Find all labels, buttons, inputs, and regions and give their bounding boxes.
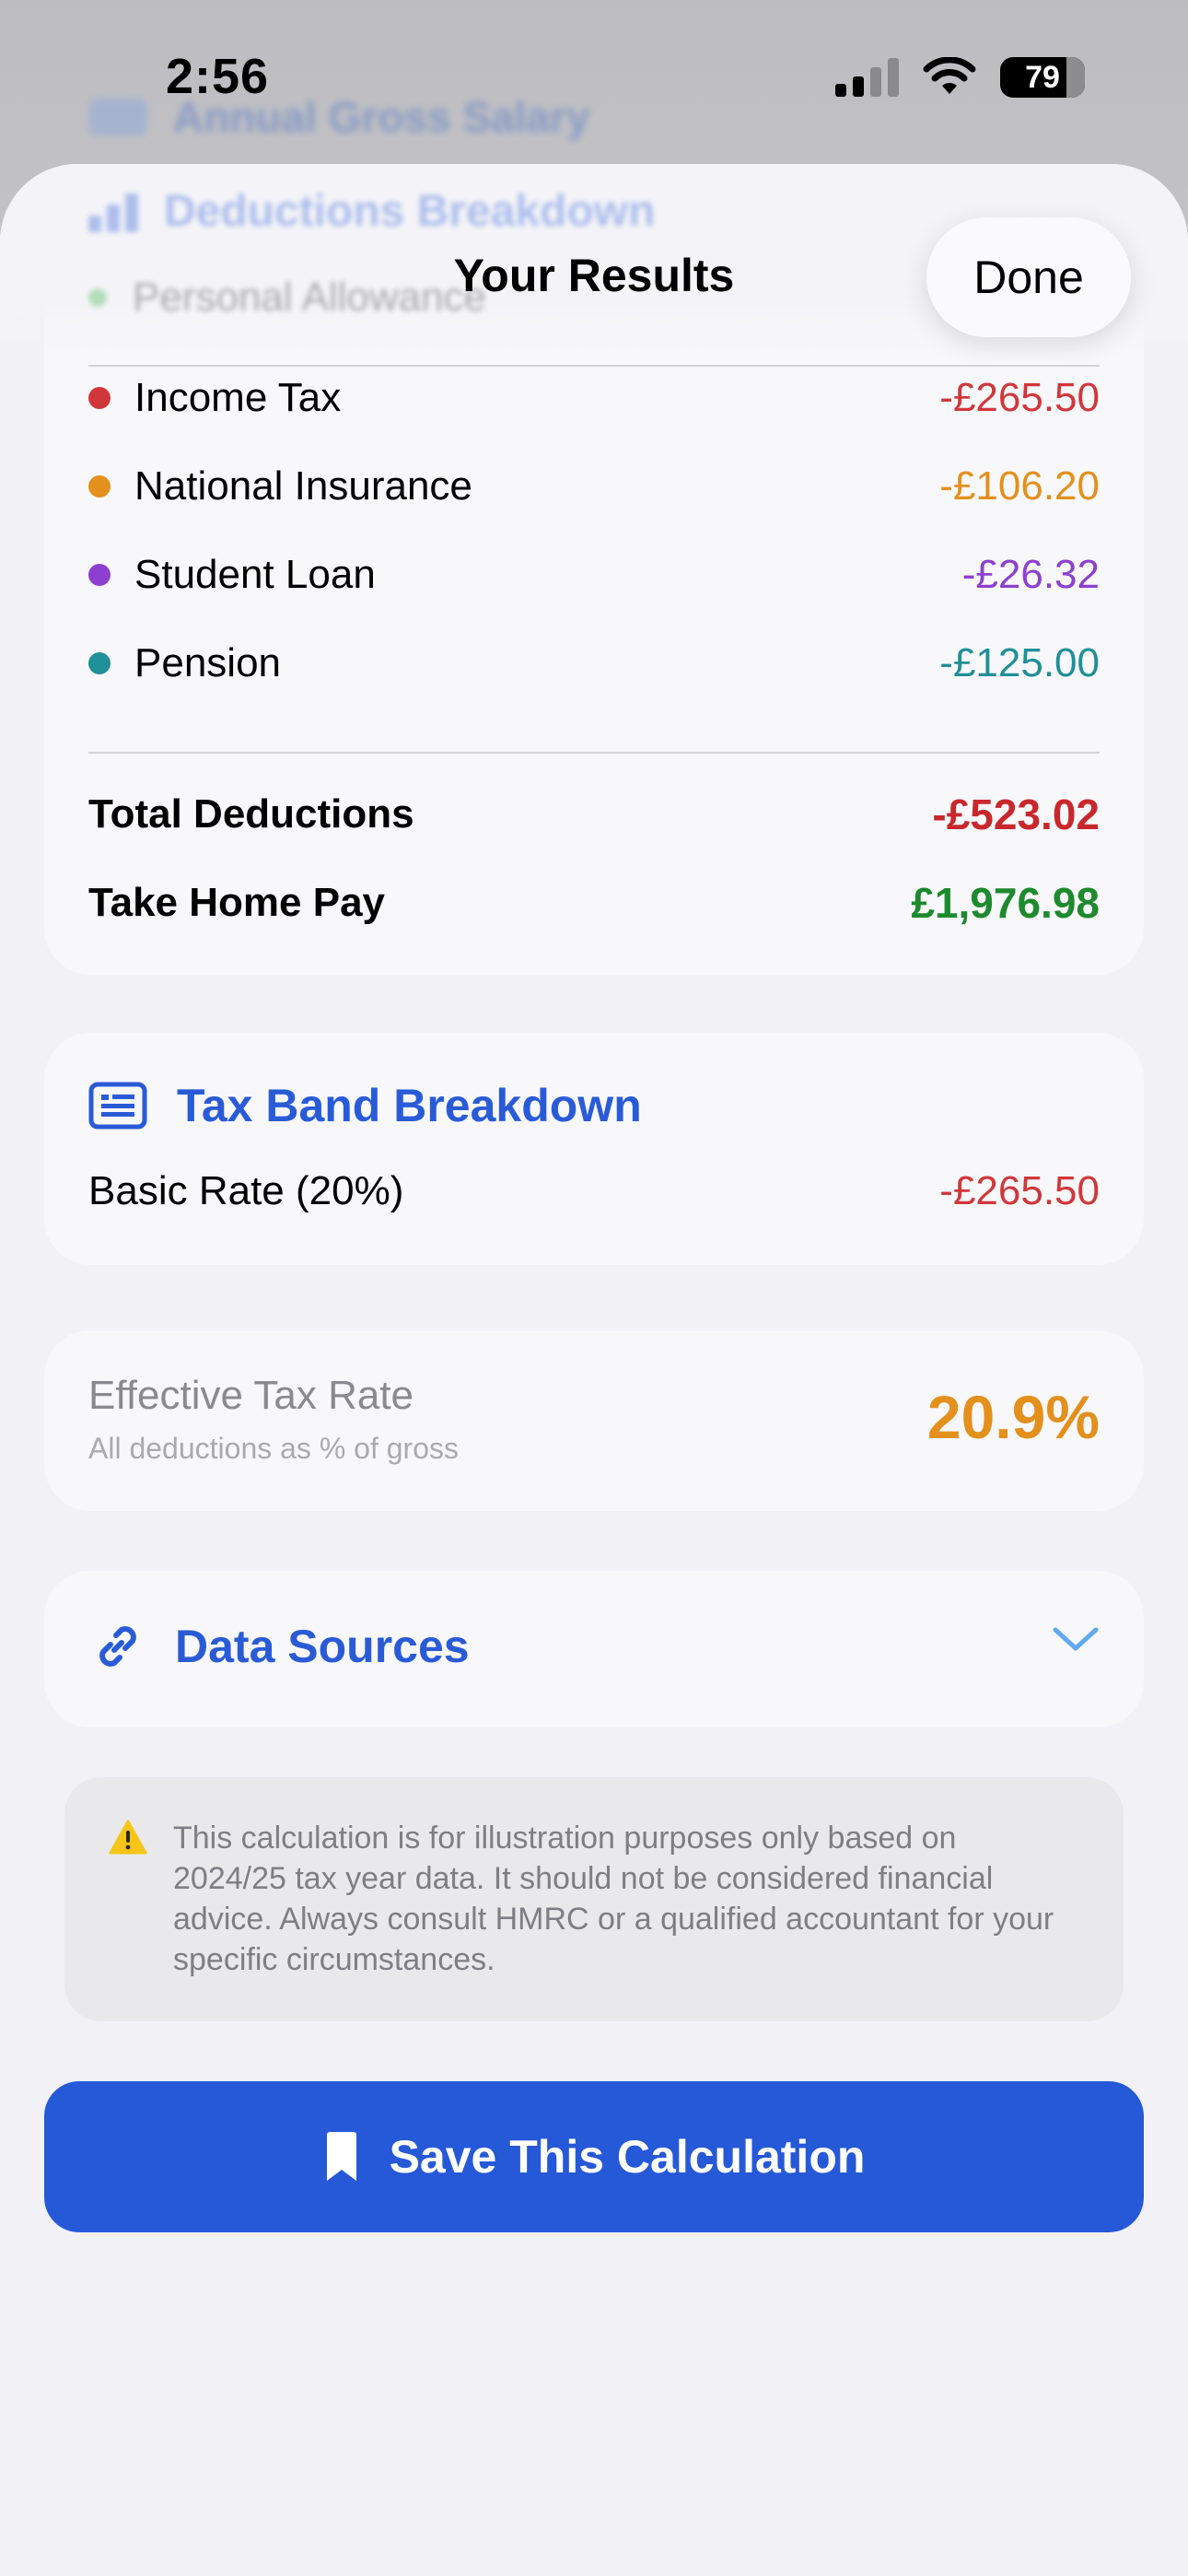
tax-band-title: Tax Band Breakdown — [177, 1080, 642, 1131]
deduction-value: -£125.00 — [939, 640, 1100, 685]
divider-top — [88, 365, 1100, 367]
deduction-value: -£26.32 — [961, 552, 1100, 597]
battery-percent: 79 — [1025, 59, 1060, 95]
effective-rate-label: Effective Tax Rate — [88, 1373, 414, 1418]
deduction-row-income-tax: Income Tax -£265.50 — [88, 370, 1100, 426]
divider-totals — [88, 752, 1100, 754]
deduction-row-student-loan: Student Loan -£26.32 — [88, 547, 1100, 603]
tax-band-card: Tax Band Breakdown Basic Rate (20%) -£26… — [44, 1033, 1144, 1265]
total-deductions-label: Total Deductions — [88, 791, 414, 837]
cellular-signal-icon — [835, 58, 899, 97]
list-document-icon — [88, 1082, 147, 1130]
done-button[interactable]: Done — [926, 217, 1131, 337]
deduction-label: Income Tax — [134, 375, 342, 420]
data-sources-disclosure[interactable]: Data Sources — [44, 1571, 1144, 1727]
data-sources-header: Data Sources — [88, 1617, 470, 1676]
effective-rate-card: Effective Tax Rate All deductions as % o… — [44, 1330, 1144, 1511]
total-deductions-row: Total Deductions -£523.02 — [88, 785, 1100, 844]
warning-triangle-icon — [109, 1820, 147, 1855]
tax-band-row-label: Basic Rate (20%) — [88, 1168, 404, 1213]
tax-band-row: Basic Rate (20%) -£265.50 — [88, 1164, 1100, 1219]
take-home-row: Take Home Pay £1,976.98 — [88, 873, 1100, 932]
scrolled-breakdown-label: Deductions Breakdown — [164, 187, 656, 236]
bar-chart-icon — [88, 192, 138, 232]
status-time: 2:56 — [166, 49, 270, 104]
take-home-value: £1,976.98 — [911, 879, 1100, 927]
battery-indicator: 79 — [1000, 57, 1085, 98]
save-calculation-button[interactable]: Save This Calculation — [44, 2081, 1144, 2232]
bookmark-icon — [326, 2132, 356, 2181]
deduction-row-pension: Pension -£125.00 — [88, 636, 1100, 691]
national-insurance-dot — [88, 475, 111, 498]
tax-band-row-value: -£265.50 — [939, 1168, 1100, 1213]
deduction-label: Pension — [134, 640, 282, 685]
data-sources-title: Data Sources — [175, 1621, 470, 1672]
disclaimer-text: This calculation is for illustration pur… — [173, 1821, 1054, 1977]
results-sheet: Deductions Breakdown Personal Allowance … — [0, 164, 1188, 2576]
status-indicators: 79 — [835, 57, 1085, 98]
effective-rate-value: 20.9% — [926, 1383, 1100, 1451]
screen: Annual Gross Salary 2:56 79 Deductions B… — [0, 0, 1188, 2576]
wifi-icon — [923, 57, 976, 94]
disclaimer-box: This calculation is for illustration pur… — [64, 1777, 1124, 2021]
link-icon — [99, 1626, 136, 1667]
income-tax-dot — [88, 387, 111, 409]
status-bar: 2:56 79 — [0, 0, 1188, 157]
chevron-down-icon[interactable] — [1052, 1624, 1100, 1654]
total-deductions-value: -£523.02 — [932, 790, 1100, 838]
deduction-row-national-insurance: National Insurance -£106.20 — [88, 459, 1100, 514]
take-home-label: Take Home Pay — [88, 880, 386, 925]
effective-rate-subtitle: All deductions as % of gross — [88, 1432, 459, 1465]
scrolled-breakdown-row: Deductions Breakdown — [88, 186, 655, 237]
save-button-label: Save This Calculation — [389, 2131, 866, 2183]
student-loan-dot — [88, 564, 111, 586]
battery-icon: 79 — [1000, 57, 1085, 98]
tax-band-header: Tax Band Breakdown — [88, 1079, 642, 1132]
deduction-label: Student Loan — [134, 552, 376, 597]
deduction-value: -£106.20 — [939, 463, 1100, 509]
deduction-label: National Insurance — [134, 463, 472, 509]
pension-dot — [88, 652, 111, 674]
deduction-value: -£265.50 — [939, 375, 1100, 420]
